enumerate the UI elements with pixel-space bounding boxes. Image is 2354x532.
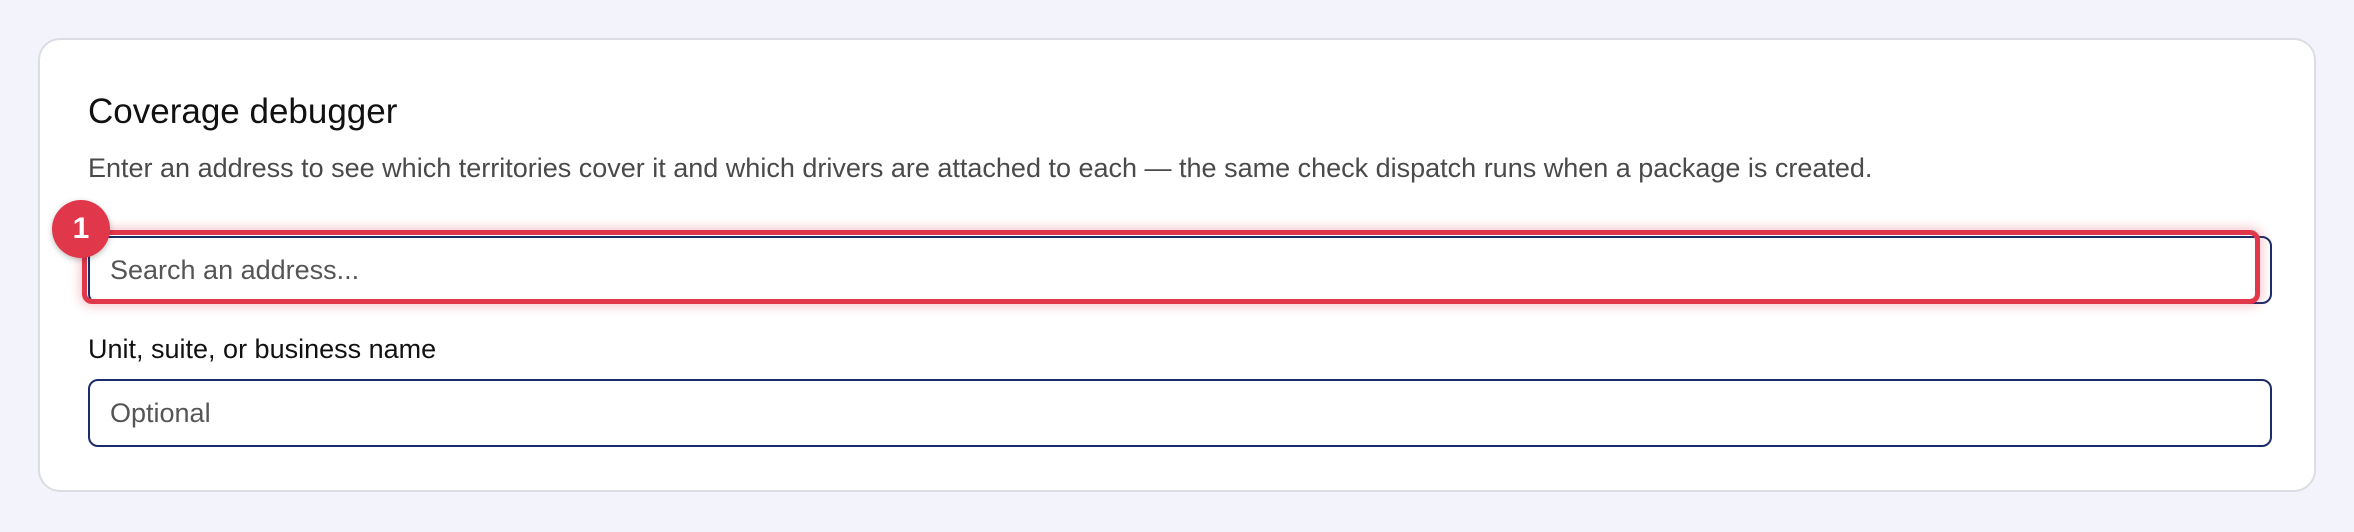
unit-suite-input[interactable]	[88, 379, 2272, 447]
annotation-marker: 1	[52, 200, 110, 258]
coverage-debugger-card: Coverage debugger Enter an address to se…	[38, 38, 2316, 492]
card-title: Coverage debugger	[88, 92, 398, 131]
card-description: Enter an address to see which territorie…	[88, 153, 1873, 183]
unit-field-label: Unit, suite, or business name	[88, 334, 437, 364]
address-search-input[interactable]	[88, 236, 2272, 304]
